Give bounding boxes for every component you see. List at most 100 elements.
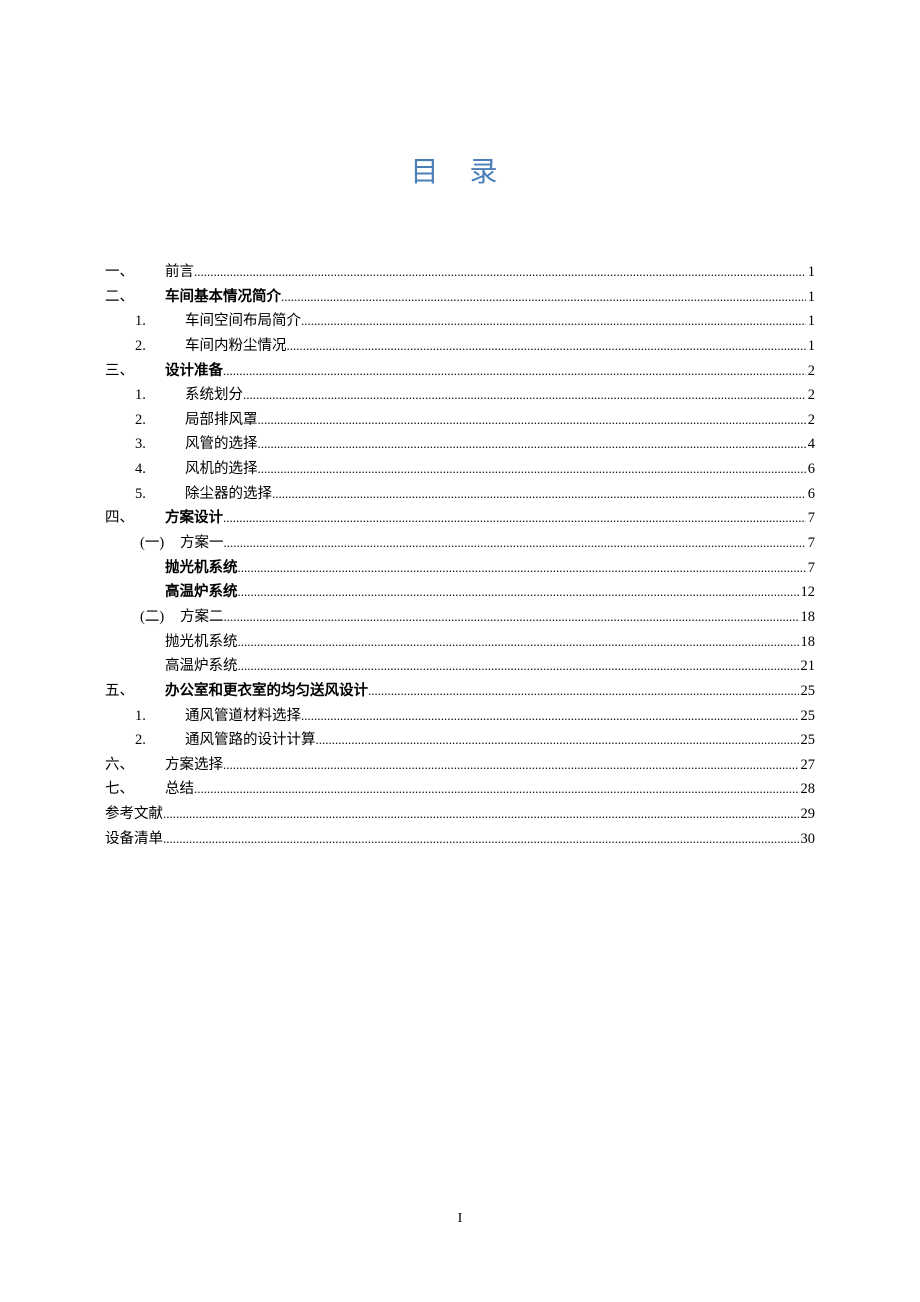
toc-entry: 抛光机系统 7 bbox=[105, 556, 815, 581]
toc-leader-dots bbox=[223, 360, 806, 383]
toc-entry-number: 五、 bbox=[105, 679, 165, 704]
toc-entry: 1.车间空间布局简介1 bbox=[105, 309, 815, 334]
toc-entry-label: 办公室和更衣室的均匀送风设计 bbox=[165, 679, 368, 704]
toc-entry-page: 2 bbox=[806, 359, 815, 384]
toc-entry-number: 1. bbox=[105, 383, 185, 408]
toc-entry: 设备清单 30 bbox=[105, 827, 815, 852]
toc-entry: 高温炉系统 21 bbox=[105, 654, 815, 679]
toc-leader-dots bbox=[163, 828, 799, 851]
toc-entry-label: 除尘器的选择 bbox=[185, 482, 272, 507]
toc-entry-label: 系统划分 bbox=[185, 383, 243, 408]
toc-entry-page: 27 bbox=[799, 753, 816, 778]
toc-entry-label: 方案选择 bbox=[165, 753, 223, 778]
toc-entry: 2.车间内粉尘情况1 bbox=[105, 334, 815, 359]
toc-entry-number: 六、 bbox=[105, 753, 165, 778]
toc-entry-page: 12 bbox=[799, 580, 816, 605]
toc-leader-dots bbox=[238, 557, 806, 580]
toc-entry-label: 抛光机系统 bbox=[165, 630, 238, 655]
toc-entry-number: 4. bbox=[105, 457, 185, 482]
toc-entry-number: (二) bbox=[105, 605, 180, 630]
toc-entry-label: 方案设计 bbox=[165, 506, 223, 531]
toc-entry-page: 6 bbox=[806, 482, 815, 507]
toc-entry-page: 28 bbox=[799, 777, 816, 802]
toc-entry: 参考文献 29 bbox=[105, 802, 815, 827]
toc-leader-dots bbox=[224, 606, 799, 629]
toc-entry-page: 2 bbox=[806, 383, 815, 408]
toc-entry-label: 风管的选择 bbox=[185, 432, 258, 457]
toc-entry-number: 二、 bbox=[105, 285, 165, 310]
toc-leader-dots bbox=[316, 729, 799, 752]
toc-entry-label: 风机的选择 bbox=[185, 457, 258, 482]
toc-leader-dots bbox=[224, 532, 806, 555]
toc-entry-number: 2. bbox=[105, 334, 185, 359]
toc-entry-number: 一、 bbox=[105, 260, 165, 285]
toc-leader-dots bbox=[368, 680, 799, 703]
toc-entry-page: 7 bbox=[806, 506, 815, 531]
toc-entry-page: 1 bbox=[806, 309, 815, 334]
toc-entry-number: 1. bbox=[105, 309, 185, 334]
toc-entry-page: 4 bbox=[806, 432, 815, 457]
toc-entry-number: 四、 bbox=[105, 506, 165, 531]
toc-leader-dots bbox=[258, 433, 806, 456]
toc-entry-label: 设备清单 bbox=[105, 827, 163, 852]
toc-leader-dots bbox=[301, 310, 806, 333]
toc-leader-dots bbox=[223, 754, 799, 777]
toc-entry-label: 方案一 bbox=[180, 531, 224, 556]
toc-entry: (一)方案一7 bbox=[105, 531, 815, 556]
toc-entry-label: 高温炉系统 bbox=[165, 580, 238, 605]
toc-leader-dots bbox=[281, 286, 806, 309]
toc-entry: 高温炉系统 12 bbox=[105, 580, 815, 605]
toc-entry: 3.风管的选择 4 bbox=[105, 432, 815, 457]
toc-entry-label: 设计准备 bbox=[165, 359, 223, 384]
toc-entry: (二)方案二 18 bbox=[105, 605, 815, 630]
toc-entry-label: 参考文献 bbox=[105, 802, 163, 827]
toc-entry: 一、前言 1 bbox=[105, 260, 815, 285]
toc-entry-page: 1 bbox=[806, 285, 815, 310]
toc-entry-page: 2 bbox=[806, 408, 815, 433]
toc-entry-page: 7 bbox=[806, 531, 815, 556]
toc-leader-dots bbox=[272, 483, 806, 506]
toc-leader-dots bbox=[163, 803, 799, 826]
toc-entry-page: 6 bbox=[806, 457, 815, 482]
toc-leader-dots bbox=[243, 384, 806, 407]
toc-entry-label: 通风管道材料选择 bbox=[185, 704, 301, 729]
table-of-contents: 一、前言1二、车间基本情况简介11.车间空间布局简介12.车间内粉尘情况1三、设… bbox=[105, 260, 815, 851]
toc-entry-label: 车间内粉尘情况 bbox=[185, 334, 287, 359]
toc-leader-dots bbox=[238, 655, 799, 678]
toc-entry-number: 三、 bbox=[105, 359, 165, 384]
toc-entry-page: 25 bbox=[799, 704, 816, 729]
toc-leader-dots bbox=[194, 261, 806, 284]
toc-entry-label: 高温炉系统 bbox=[165, 654, 238, 679]
toc-entry-label: 总结 bbox=[165, 777, 194, 802]
toc-entry-number: 七、 bbox=[105, 777, 165, 802]
toc-leader-dots bbox=[194, 778, 799, 801]
toc-entry-page: 25 bbox=[799, 728, 816, 753]
toc-entry: 2.局部排风罩2 bbox=[105, 408, 815, 433]
toc-leader-dots bbox=[301, 705, 799, 728]
toc-leader-dots bbox=[287, 335, 806, 358]
page-number: I bbox=[0, 1211, 920, 1227]
toc-entry: 1.通风管道材料选择 25 bbox=[105, 704, 815, 729]
toc-entry-label: 通风管路的设计计算 bbox=[185, 728, 316, 753]
toc-entry-label: 车间基本情况简介 bbox=[165, 285, 281, 310]
toc-leader-dots bbox=[223, 507, 806, 530]
toc-entry-page: 18 bbox=[799, 605, 816, 630]
toc-entry-number: 3. bbox=[105, 432, 185, 457]
toc-entry-page: 21 bbox=[799, 654, 816, 679]
toc-entry-page: 1 bbox=[806, 260, 815, 285]
toc-leader-dots bbox=[238, 631, 799, 654]
toc-entry-page: 29 bbox=[799, 802, 816, 827]
toc-entry-label: 抛光机系统 bbox=[165, 556, 238, 581]
toc-entry: 2.通风管路的设计计算25 bbox=[105, 728, 815, 753]
toc-entry: 抛光机系统18 bbox=[105, 630, 815, 655]
toc-entry-label: 方案二 bbox=[180, 605, 224, 630]
toc-entry-page: 30 bbox=[799, 827, 816, 852]
toc-entry-number: 5. bbox=[105, 482, 185, 507]
toc-entry: 4.风机的选择 6 bbox=[105, 457, 815, 482]
toc-entry: 二、车间基本情况简介 1 bbox=[105, 285, 815, 310]
toc-entry-label: 前言 bbox=[165, 260, 194, 285]
toc-entry-number: 1. bbox=[105, 704, 185, 729]
toc-entry-page: 7 bbox=[806, 556, 815, 581]
toc-leader-dots bbox=[258, 458, 806, 481]
toc-entry-page: 25 bbox=[799, 679, 816, 704]
